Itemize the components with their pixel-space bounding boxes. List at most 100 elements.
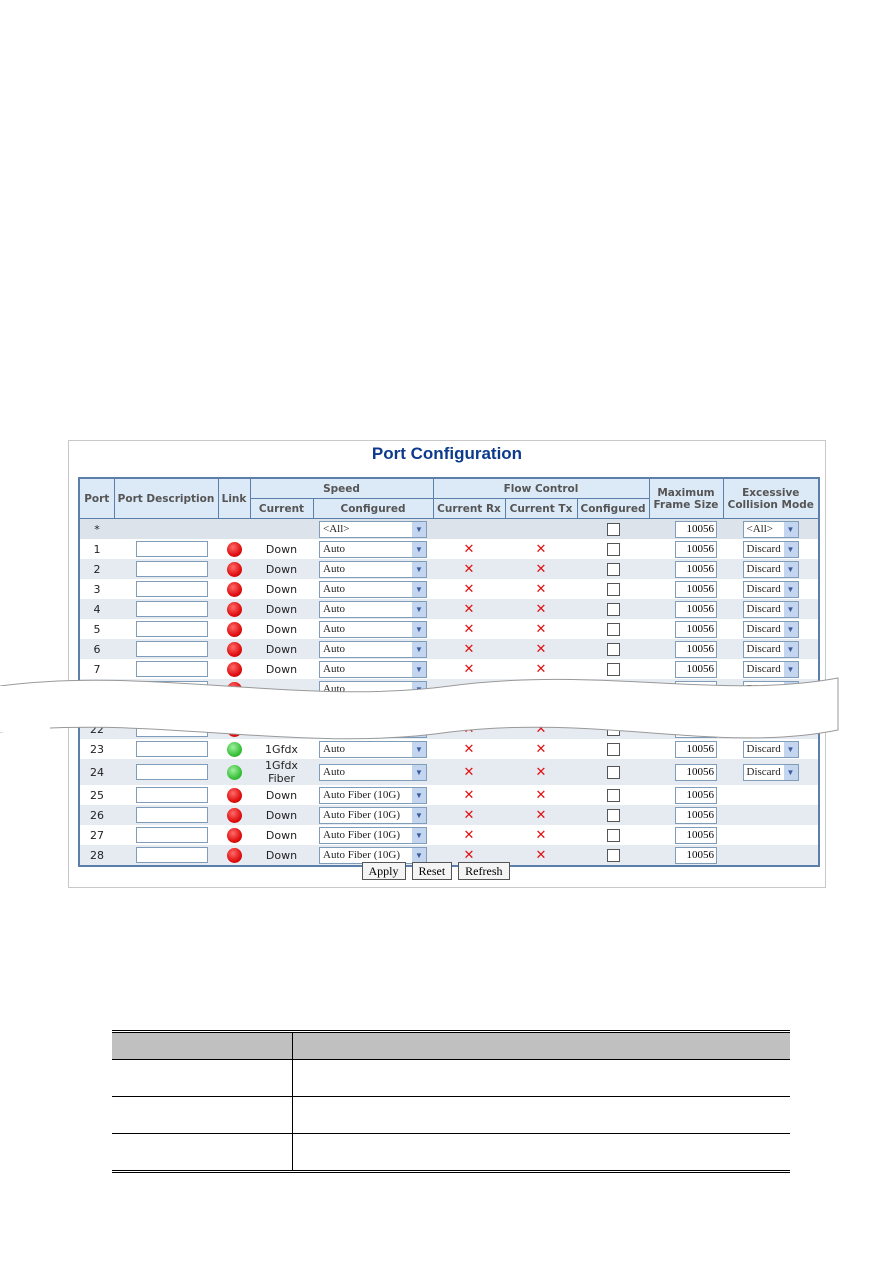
port-description-input[interactable] [136, 847, 208, 863]
speed-current: Down [250, 539, 313, 559]
port-description-input[interactable] [136, 601, 208, 617]
collision-mode-select[interactable]: Discard▼ [742, 540, 799, 558]
chevron-down-icon: ▼ [412, 764, 426, 780]
button-bar: Apply Reset Refresh [0, 862, 882, 880]
link-status-down-icon [226, 621, 242, 637]
table-row: 6DownAuto▼✕✕Discard▼ [79, 639, 819, 659]
select-value: Auto [323, 563, 345, 575]
reset-button[interactable]: Reset [411, 862, 453, 880]
select-value: Discard [746, 603, 781, 615]
port-description-input[interactable] [136, 787, 208, 803]
header-max-frame-size: Maximum Frame Size [648, 477, 724, 519]
collision-mode-select[interactable]: Discard▼ [742, 600, 799, 618]
port-description-input[interactable] [136, 621, 208, 637]
header-line: Frame Size [653, 498, 719, 511]
collision-mode-select[interactable]: Discard▼ [742, 763, 799, 781]
red-x-icon: ✕ [535, 641, 547, 657]
flow-control-checkbox[interactable] [606, 848, 620, 862]
speed-current: Down [250, 559, 313, 579]
table-header-row [112, 1031, 790, 1060]
port-number: 27 [79, 825, 114, 845]
max-frame-size-input[interactable] [675, 763, 717, 781]
table-row: 1DownAuto▼✕✕Discard▼ [79, 539, 819, 559]
speed-configured-select[interactable]: Auto ▼ [319, 640, 427, 658]
speed-configured-select[interactable]: Auto ▼ [319, 560, 427, 578]
port-number: 2 [79, 559, 114, 579]
select-value: Auto [323, 623, 345, 635]
max-frame-input-all[interactable] [675, 520, 717, 538]
chevron-down-icon: ▼ [412, 541, 426, 557]
collision-select-all[interactable]: <All> ▼ [742, 520, 799, 538]
collision-mode-select[interactable]: Discard▼ [742, 560, 799, 578]
port-description-input[interactable] [136, 641, 208, 657]
chevron-down-icon: ▼ [783, 641, 798, 657]
speed-configured-select[interactable]: Auto Fiber (10G) ▼ [319, 846, 427, 864]
max-frame-size-input[interactable] [675, 846, 717, 864]
header-speed-configured: Configured [312, 498, 434, 519]
speed-configured-select[interactable]: Auto ▼ [319, 540, 427, 558]
speed-configured-select[interactable]: Auto ▼ [319, 620, 427, 638]
speed-configured-select[interactable]: Auto Fiber (10G) ▼ [319, 806, 427, 824]
max-frame-size-input[interactable] [675, 600, 717, 618]
table-row: 25 Down Auto Fiber (10G) ▼ ✕ ✕ [79, 785, 819, 805]
speed-configured-select[interactable]: Auto ▼ [319, 600, 427, 618]
max-frame-size-input[interactable] [675, 826, 717, 844]
red-x-icon: ✕ [463, 764, 475, 780]
port-description-input[interactable] [136, 561, 208, 577]
max-frame-size-input[interactable] [675, 540, 717, 558]
port-description-input[interactable] [136, 764, 208, 780]
collision-mode-select[interactable]: Discard▼ [742, 580, 799, 598]
header-current-rx: Current Rx [432, 498, 506, 519]
port-description-input[interactable] [136, 807, 208, 823]
table-row-all: * <All> ▼ <All> ▼ [79, 518, 819, 539]
max-frame-size-input[interactable] [675, 786, 717, 804]
refresh-button[interactable]: Refresh [458, 862, 510, 880]
flow-control-checkbox-all[interactable] [606, 522, 620, 536]
speed-configured-select[interactable]: Auto ▼ [319, 580, 427, 598]
collision-mode-select[interactable]: Discard▼ [742, 620, 799, 638]
chevron-down-icon: ▼ [412, 807, 426, 823]
link-status-down-icon [226, 641, 242, 657]
table-row: 26 Down Auto Fiber (10G) ▼ ✕ ✕ [79, 805, 819, 825]
flow-control-checkbox[interactable] [606, 765, 620, 779]
speed-configured-select[interactable]: Auto Fiber (10G) ▼ [319, 786, 427, 804]
flow-control-checkbox[interactable] [606, 642, 620, 656]
red-x-icon: ✕ [535, 847, 547, 863]
speed-configured-select[interactable]: Auto ▼ [319, 763, 427, 781]
header-flow-control: Flow Control [432, 477, 650, 499]
red-x-icon: ✕ [463, 807, 475, 823]
port-description-input[interactable] [136, 541, 208, 557]
flow-control-checkbox[interactable] [606, 828, 620, 842]
flow-control-checkbox[interactable] [606, 788, 620, 802]
collision-mode-select[interactable]: Discard▼ [742, 640, 799, 658]
chevron-down-icon: ▼ [412, 601, 426, 617]
speed-select-all[interactable]: <All> ▼ [319, 520, 427, 538]
red-x-icon: ✕ [463, 561, 475, 577]
speed-configured-select[interactable]: Auto Fiber (10G) ▼ [319, 826, 427, 844]
max-frame-size-input[interactable] [675, 806, 717, 824]
select-value: Auto Fiber (10G) [323, 809, 400, 821]
flow-control-checkbox[interactable] [606, 602, 620, 616]
flow-control-checkbox[interactable] [606, 562, 620, 576]
flow-control-checkbox[interactable] [606, 542, 620, 556]
header-line: Maximum [657, 486, 715, 499]
header-line: Collision Mode [727, 498, 814, 511]
flow-control-checkbox[interactable] [606, 582, 620, 596]
select-value: Discard [746, 643, 781, 655]
apply-button[interactable]: Apply [361, 862, 406, 880]
max-frame-size-input[interactable] [675, 580, 717, 598]
flow-control-checkbox[interactable] [606, 622, 620, 636]
port-description-input[interactable] [136, 827, 208, 843]
port-description-input[interactable] [136, 581, 208, 597]
speed-current: Down [250, 599, 313, 619]
table-row: 27 Down Auto Fiber (10G) ▼ ✕ ✕ [79, 825, 819, 845]
red-x-icon: ✕ [535, 561, 547, 577]
max-frame-size-input[interactable] [675, 640, 717, 658]
flow-control-checkbox[interactable] [606, 808, 620, 822]
select-value: Auto [323, 766, 345, 778]
link-status-down-icon [226, 807, 242, 823]
max-frame-size-input[interactable] [675, 620, 717, 638]
speed-current: Down [250, 639, 313, 659]
max-frame-size-input[interactable] [675, 560, 717, 578]
chevron-down-icon: ▼ [412, 641, 426, 657]
